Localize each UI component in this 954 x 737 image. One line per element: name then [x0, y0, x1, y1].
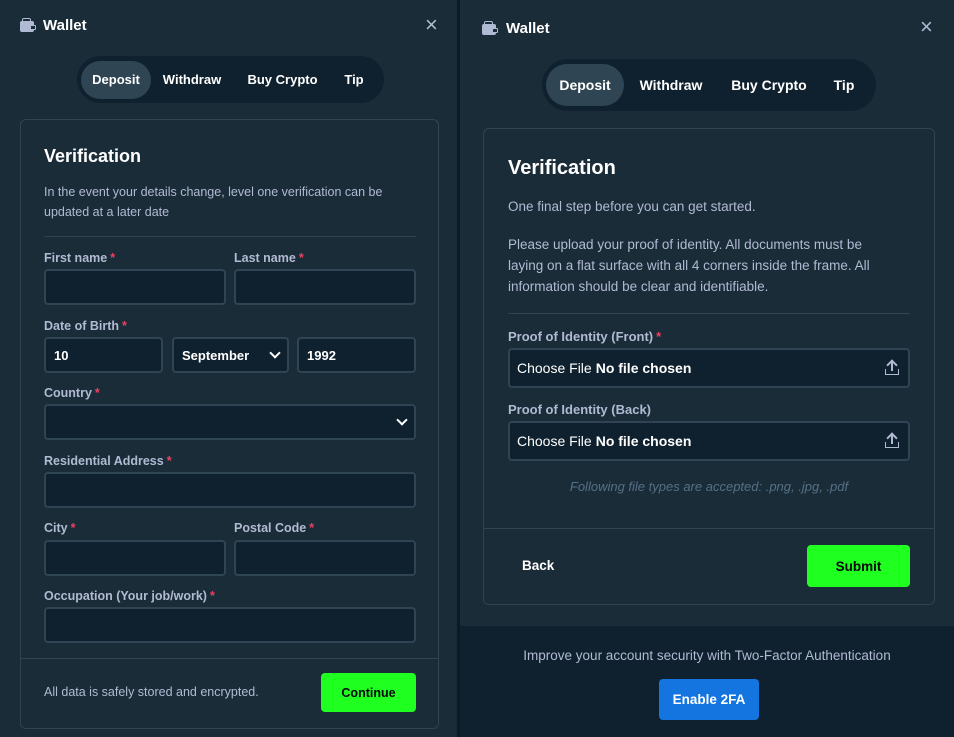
- tab-deposit[interactable]: Deposit: [546, 64, 624, 106]
- last-name-input[interactable]: [234, 269, 416, 305]
- wallet-title: Wallet: [43, 16, 87, 34]
- card-intro: One final step before you can get starte…: [508, 199, 756, 214]
- divider: [44, 236, 416, 237]
- choose-file-button[interactable]: Choose File: [517, 433, 592, 449]
- city-label: City *: [44, 521, 76, 535]
- city-input[interactable]: [44, 540, 226, 576]
- card-footer: All data is safely stored and encrypted.…: [21, 658, 438, 728]
- two-factor-message: Improve your account security with Two-F…: [523, 648, 891, 663]
- first-name-input[interactable]: [44, 269, 226, 305]
- dob-year-input[interactable]: 1992: [297, 337, 416, 373]
- wallet-title: Wallet: [506, 19, 550, 37]
- dob-day-input[interactable]: 10: [44, 337, 163, 373]
- verification-card: Verification In the event your details c…: [20, 119, 439, 729]
- file-status: No file chosen: [595, 360, 692, 376]
- address-input[interactable]: [44, 472, 416, 508]
- card-instructions: Please upload your proof of identity. Al…: [508, 237, 870, 294]
- card-description: In the event your details change, level …: [44, 185, 383, 219]
- back-button[interactable]: Back: [522, 558, 554, 573]
- occupation-input[interactable]: [44, 607, 416, 643]
- tab-buy-crypto[interactable]: Buy Crypto: [233, 61, 332, 99]
- country-select[interactable]: [44, 404, 416, 440]
- enable-2fa-button[interactable]: Enable 2FA: [659, 679, 759, 720]
- wallet-tabs: Deposit Withdraw Buy Crypto Tip: [542, 59, 876, 111]
- file-status: No file chosen: [595, 433, 692, 449]
- tab-withdraw[interactable]: Withdraw: [151, 61, 233, 99]
- wallet-modal-left: Wallet × Deposit Withdraw Buy Crypto Tip…: [0, 0, 457, 737]
- wallet-tabs: Deposit Withdraw Buy Crypto Tip: [77, 56, 384, 103]
- continue-button[interactable]: Continue: [321, 673, 416, 712]
- card-heading: Verification: [508, 157, 616, 179]
- divider: [508, 313, 910, 314]
- address-label: Residential Address *: [44, 454, 172, 468]
- close-icon[interactable]: ×: [425, 14, 438, 36]
- tab-deposit[interactable]: Deposit: [81, 60, 151, 99]
- dob-label: Date of Birth *: [44, 319, 127, 333]
- choose-file-button[interactable]: Choose File: [517, 360, 592, 376]
- dob-month-select[interactable]: September: [172, 337, 289, 373]
- card-footer: Back Submit: [484, 528, 934, 604]
- wallet-header: Wallet: [0, 0, 457, 50]
- country-label: Country *: [44, 386, 100, 400]
- proof-back-file-input[interactable]: Choose File No file chosen: [508, 421, 910, 461]
- dob-month-value: September: [182, 347, 250, 363]
- wallet-icon: [20, 18, 36, 32]
- wallet-modal-right: Wallet × Deposit Withdraw Buy Crypto Tip…: [460, 0, 954, 626]
- occupation-label: Occupation (Your job/work) *: [44, 589, 215, 603]
- proof-front-file-input[interactable]: Choose File No file chosen: [508, 348, 910, 388]
- proof-back-label: Proof of Identity (Back): [508, 402, 652, 417]
- wallet-icon: [482, 21, 498, 35]
- upload-icon[interactable]: [884, 432, 900, 449]
- postal-code-label: Postal Code *: [234, 521, 315, 535]
- two-factor-banner: Improve your account security with Two-F…: [460, 626, 954, 737]
- verification-card: Verification One final step before you c…: [483, 128, 935, 605]
- tab-tip[interactable]: Tip: [820, 64, 868, 106]
- chevron-down-icon: [269, 347, 281, 359]
- wallet-header: Wallet: [460, 3, 954, 53]
- tab-buy-crypto[interactable]: Buy Crypto: [718, 64, 820, 106]
- file-types-note: Following file types are accepted: .png,…: [569, 479, 849, 494]
- first-name-label: First name *: [44, 251, 116, 265]
- proof-front-label: Proof of Identity (Front) *: [508, 329, 662, 344]
- tab-withdraw[interactable]: Withdraw: [624, 64, 718, 106]
- upload-icon[interactable]: [884, 359, 900, 376]
- close-icon[interactable]: ×: [920, 16, 933, 38]
- last-name-label: Last name *: [234, 251, 304, 265]
- chevron-down-icon: [396, 414, 408, 426]
- tab-tip[interactable]: Tip: [332, 61, 376, 99]
- postal-code-input[interactable]: [234, 540, 416, 576]
- footer-security-note: All data is safely stored and encrypted.: [44, 685, 259, 699]
- card-heading: Verification: [44, 146, 142, 166]
- submit-button[interactable]: Submit: [807, 545, 910, 587]
